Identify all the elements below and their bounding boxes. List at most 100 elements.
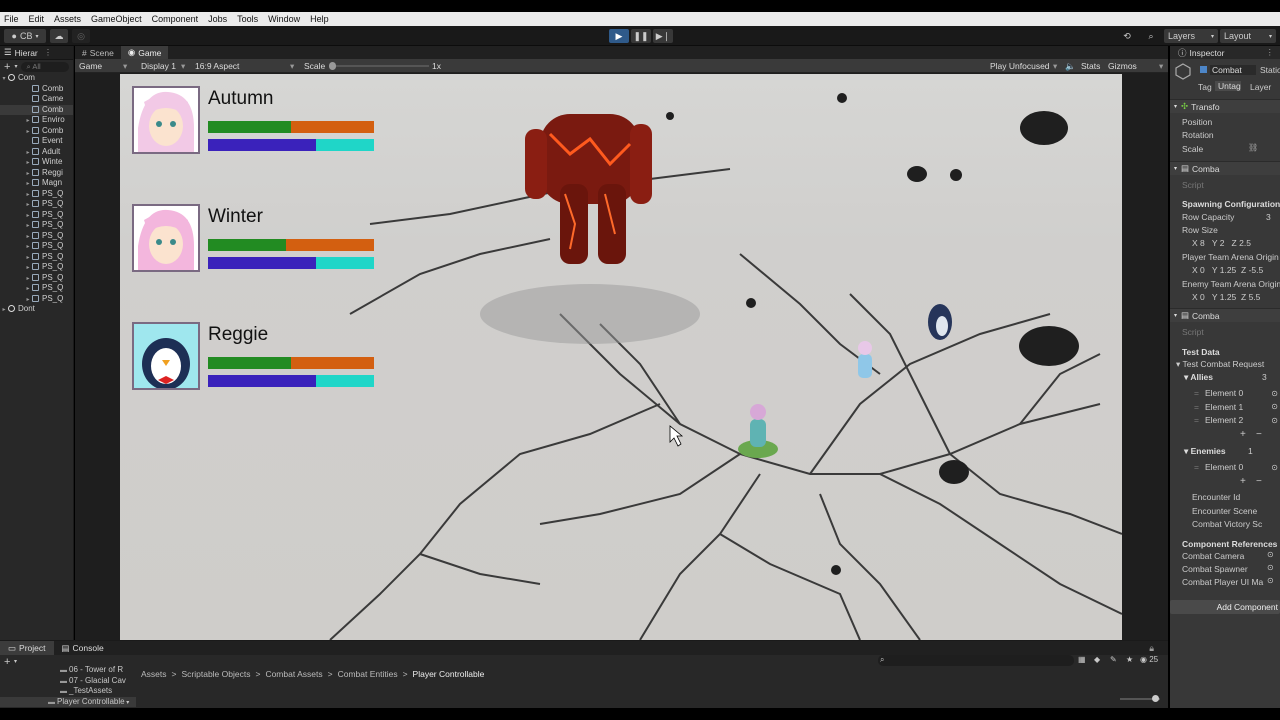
hierarchy-item[interactable]: Event (0, 136, 73, 147)
hierarchy-item[interactable]: ▸ PS_Q (0, 220, 73, 231)
hierarchy-item[interactable]: ▸ PS_Q (0, 231, 73, 242)
chevron-right-icon[interactable]: ▸ (24, 179, 32, 189)
lock-icon[interactable]: ⋮ (44, 47, 53, 58)
tab-console[interactable]: ▤ Console (54, 641, 112, 655)
object-picker-icon[interactable]: ⊙ (1271, 389, 1278, 398)
combat-test-component-header[interactable]: ▾ ▤ Comba (1170, 308, 1280, 322)
menu-jobs[interactable]: Jobs (208, 14, 227, 24)
menu-gameobject[interactable]: GameObject (91, 14, 142, 24)
hierarchy-item[interactable]: ▸ Adult (0, 147, 73, 158)
hierarchy-item[interactable]: Came (0, 94, 73, 105)
player-origin-x[interactable]: 0 (1200, 265, 1205, 275)
player-origin-y[interactable]: 1.25 (1220, 265, 1237, 275)
row-size-z[interactable]: 2.5 (1239, 238, 1251, 248)
chevron-down-icon[interactable]: ▾ (14, 63, 17, 70)
player-origin-z[interactable]: -5.5 (1249, 265, 1264, 275)
drag-handle-icon[interactable]: = (1194, 415, 1199, 425)
chevron-right-icon[interactable]: ▸ (24, 200, 32, 210)
hierarchy-search-input[interactable]: ⌕ All (21, 61, 69, 72)
combat-component-header[interactable]: ▾ ▤ Comba (1170, 161, 1280, 175)
layers-dropdown[interactable]: Layers ▾ (1164, 29, 1218, 43)
enemy-origin-x[interactable]: 0 (1200, 292, 1205, 302)
favorite-star-icon[interactable]: ★ (1126, 655, 1133, 664)
list-element-row[interactable]: = Element 2 ⊙ (1194, 415, 1278, 425)
static-toggle[interactable]: Statio (1260, 65, 1280, 75)
add-icon[interactable]: + (4, 61, 10, 73)
enemy-origin-vector[interactable]: X 0 Y 1.25 Z 5.5 (1192, 292, 1260, 302)
add-component-button[interactable]: Add Component (1170, 600, 1280, 614)
object-picker-icon[interactable]: ⊙ (1267, 563, 1274, 572)
transform-header[interactable]: ▾ ✣ Transfo (1170, 99, 1280, 113)
lock-icon[interactable]: 🔒︎ (1149, 643, 1154, 654)
hierarchy-item[interactable]: Comb (0, 84, 73, 95)
chevron-right-icon[interactable]: ▸ (24, 158, 32, 168)
chevron-right-icon[interactable]: ▸ (24, 127, 32, 137)
inspector-tab[interactable]: ⓘ Inspector ⋮ (1170, 46, 1280, 59)
history-button[interactable]: ⟲ (1118, 29, 1136, 43)
project-folder-item[interactable]: ▬ _TestAssets (0, 686, 136, 697)
search-button[interactable]: ⌕ (1142, 29, 1160, 43)
chevron-right-icon[interactable]: ▸ (24, 148, 32, 158)
object-picker-icon[interactable]: ⊙ (1267, 576, 1274, 585)
chevron-right-icon[interactable]: ▸ (24, 190, 32, 200)
lock-icon[interactable]: ⋮ (1266, 47, 1275, 58)
drag-handle-icon[interactable]: = (1194, 462, 1199, 472)
list-element-row[interactable]: = Element 1 ⊙ (1194, 402, 1278, 412)
stats-button[interactable]: Stats (1081, 61, 1100, 71)
project-folder-item[interactable]: ▬ 07 - Glacial Cav (0, 676, 136, 687)
hierarchy-item[interactable]: ▸ PS_Q (0, 189, 73, 200)
cloud-button[interactable]: ☁ (50, 29, 68, 43)
hierarchy-item[interactable]: ▸ Reggi (0, 168, 73, 179)
row-size-y[interactable]: 2 (1220, 238, 1225, 248)
collab-button[interactable]: ◎ (72, 29, 90, 43)
aspect-dropdown[interactable]: 16:9 Aspect (195, 61, 239, 71)
remove-element-icon[interactable]: − (1256, 429, 1262, 440)
drag-handle-icon[interactable]: = (1194, 402, 1199, 412)
chevron-right-icon[interactable]: ▸ (24, 274, 32, 284)
object-picker-icon[interactable]: ⊙ (1271, 402, 1278, 411)
hierarchy-item[interactable]: ▾ Com (0, 73, 73, 84)
hierarchy-item[interactable]: ▸ Magn (0, 178, 73, 189)
hierarchy-item[interactable]: ▸ Enviro (0, 115, 73, 126)
enemy-origin-z[interactable]: 5.5 (1249, 292, 1261, 302)
menu-component[interactable]: Component (152, 14, 199, 24)
game-mode-dropdown[interactable]: Game (79, 61, 102, 71)
play-focus-dropdown[interactable]: Play Unfocused (990, 61, 1050, 71)
filter-label-icon[interactable]: ◆ (1094, 655, 1100, 664)
hierarchy-tab[interactable]: ☰ Hierar ⋮ (0, 46, 73, 60)
pause-button[interactable]: ❚❚ (631, 29, 651, 43)
breadcrumb-item[interactable]: Combat Entities (338, 669, 398, 679)
player-origin-vector[interactable]: X 0 Y 1.25 Z -5.5 (1192, 265, 1263, 275)
gizmos-dropdown[interactable]: Gizmos (1108, 61, 1137, 71)
chevron-right-icon[interactable]: ▸ (24, 211, 32, 221)
account-button[interactable]: ● CB ▾ (4, 29, 46, 43)
add-element-icon[interactable]: + (1240, 429, 1246, 440)
hierarchy-item[interactable]: ▸ PS_Q (0, 273, 73, 284)
tab-project[interactable]: ▭ Project (0, 641, 54, 655)
hierarchy-item[interactable]: ▸ PS_Q (0, 210, 73, 221)
layout-dropdown[interactable]: Layout ▾ (1220, 29, 1276, 43)
drag-handle-icon[interactable]: = (1194, 388, 1199, 398)
chevron-right-icon[interactable]: ▸ (24, 284, 32, 294)
test-combat-request-foldout[interactable]: ▾ Test Combat Request (1176, 359, 1264, 370)
row-size-x[interactable]: 8 (1200, 238, 1205, 248)
enemies-foldout[interactable]: ▾ Enemies (1184, 446, 1226, 457)
tab-scene[interactable]: # Scene (75, 46, 121, 59)
menu-tools[interactable]: Tools (237, 14, 258, 24)
breadcrumb-item[interactable]: Player Controllable (413, 669, 485, 679)
scale-slider[interactable] (329, 62, 429, 70)
menu-window[interactable]: Window (268, 14, 300, 24)
hierarchy-item[interactable]: ▸ PS_Q (0, 252, 73, 263)
step-button[interactable]: ▶❘ (653, 29, 673, 43)
menu-help[interactable]: Help (310, 14, 329, 24)
scale-slider-thumb[interactable] (329, 62, 336, 70)
filter-type-icon[interactable]: ▦ (1078, 655, 1086, 664)
hierarchy-item[interactable]: Comb (0, 104, 73, 115)
chevron-right-icon[interactable]: ▸ (24, 221, 32, 231)
chevron-right-icon[interactable]: ▸ (24, 232, 32, 242)
breadcrumb-item[interactable]: Assets (141, 669, 167, 679)
tag-icon[interactable]: ✎ (1110, 655, 1117, 664)
hierarchy-item[interactable]: ▸ PS_Q (0, 199, 73, 210)
hierarchy-item[interactable]: ▸ Winte (0, 157, 73, 168)
chevron-right-icon[interactable]: ▸ (24, 116, 32, 126)
